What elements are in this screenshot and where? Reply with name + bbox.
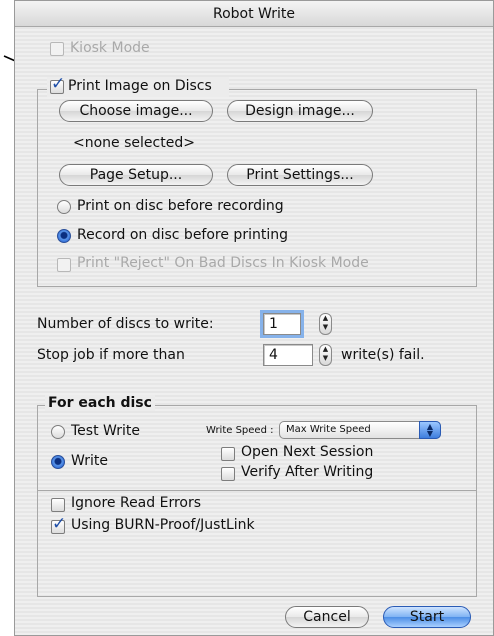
print-image-checkbox[interactable]: ✓	[50, 76, 65, 94]
open-next-session-label: Open Next Session	[241, 444, 374, 460]
stop-job-label: Stop job if more than	[37, 347, 185, 363]
burn-proof-label: Using BURN-Proof/JustLink	[71, 517, 255, 533]
print-settings-button[interactable]: Print Settings...	[227, 164, 373, 186]
window-title: Robot Write	[15, 1, 493, 27]
write-speed-label: Write Speed :	[206, 425, 274, 436]
robot-write-window: Robot Write Kiosk Mode ✓ Print Image on …	[14, 0, 494, 636]
kiosk-mode-label: Kiosk Mode	[70, 40, 150, 56]
print-before-recording-label: Print on disc before recording	[77, 198, 284, 214]
popup-arrows-icon: ▲ ▼	[419, 421, 441, 439]
discs-count-label: Number of discs to write:	[37, 316, 214, 332]
write-speed-popup[interactable]: Max Write Speed ▲ ▼	[279, 421, 441, 439]
discs-count-field[interactable]: 1	[260, 310, 304, 338]
choose-image-button[interactable]: Choose image...	[59, 100, 213, 122]
write-label: Write	[71, 453, 108, 469]
stop-job-field[interactable]: 4	[263, 344, 313, 366]
ignore-read-errors-label: Ignore Read Errors	[71, 495, 202, 511]
verify-after-writing-checkbox[interactable]	[221, 467, 235, 481]
stop-job-stepper[interactable]: ▲ ▼	[319, 344, 332, 366]
record-before-printing-label: Record on disc before printing	[77, 227, 288, 243]
write-radio[interactable]	[51, 455, 65, 469]
stop-job-suffix: write(s) fail.	[341, 347, 425, 363]
print-reject-label: Print "Reject" On Bad Discs In Kiosk Mod…	[77, 255, 369, 271]
test-write-radio[interactable]	[51, 425, 65, 439]
burn-proof-checkbox[interactable]: ✓	[51, 516, 66, 534]
design-image-button[interactable]: Design image...	[227, 100, 373, 122]
kiosk-mode-checkbox[interactable]	[50, 42, 64, 56]
open-next-session-checkbox[interactable]	[221, 447, 235, 461]
print-image-label: Print Image on Discs	[68, 78, 212, 94]
print-reject-checkbox[interactable]	[57, 258, 71, 272]
verify-after-writing-label: Verify After Writing	[241, 464, 374, 480]
cancel-button[interactable]: Cancel	[285, 606, 369, 628]
print-image-legend: ✓ Print Image on Discs	[47, 76, 229, 97]
print-before-recording-radio[interactable]	[57, 200, 71, 214]
test-write-label: Test Write	[71, 423, 140, 439]
record-before-printing-radio[interactable]	[57, 229, 71, 243]
selected-image-text: <none selected>	[73, 135, 195, 151]
for-each-disc-legend: For each disc	[45, 395, 155, 411]
page-setup-button[interactable]: Page Setup...	[59, 164, 213, 186]
discs-count-stepper[interactable]: ▲ ▼	[319, 313, 332, 335]
write-speed-value: Max Write Speed	[286, 424, 371, 435]
ignore-read-errors-checkbox[interactable]	[51, 498, 65, 512]
start-button[interactable]: Start	[383, 606, 471, 628]
